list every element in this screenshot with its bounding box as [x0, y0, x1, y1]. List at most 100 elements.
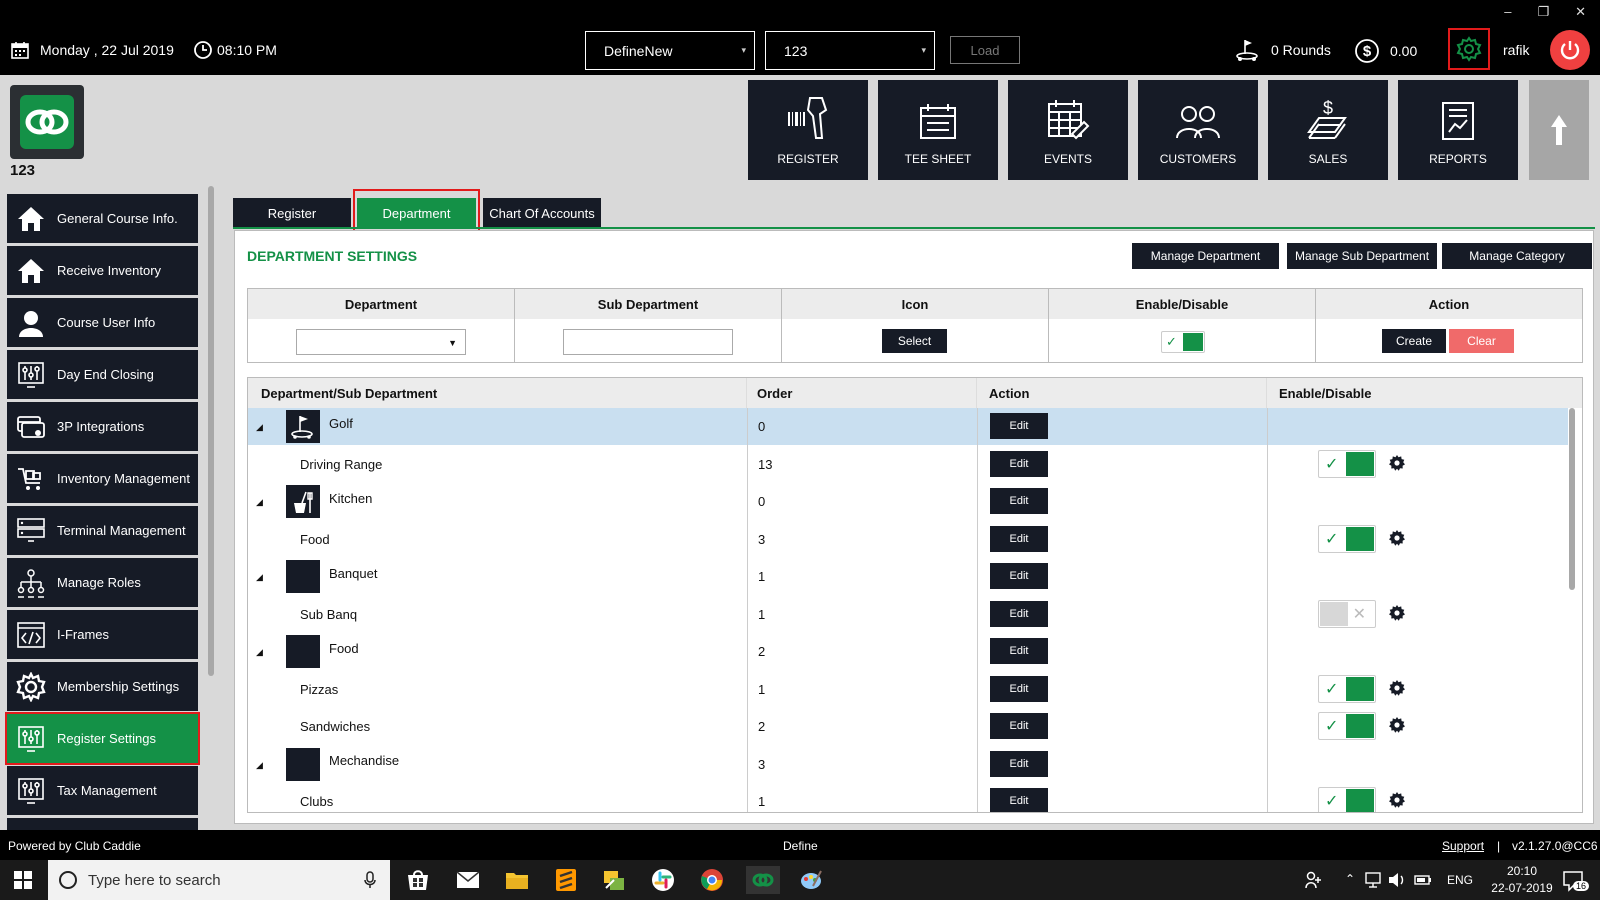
nav-sales[interactable]: $ SALES [1268, 80, 1388, 180]
sidebar-item-membership-settings[interactable]: Membership Settings [7, 662, 198, 711]
language-indicator[interactable]: ENG [1447, 873, 1473, 887]
taskbar-search[interactable]: Type here to search [48, 860, 390, 900]
edit-button[interactable]: Edit [990, 675, 1048, 702]
sidebar-item-i-frames[interactable]: I-Frames [7, 610, 198, 659]
edit-button[interactable]: Edit [990, 600, 1048, 627]
row-enable-toggle[interactable]: ✓ [1318, 787, 1376, 812]
nav-register[interactable]: REGISTER [748, 80, 868, 180]
department-row[interactable]: ◢ Banquet 1 Edit [248, 558, 1568, 595]
clear-button[interactable]: Clear [1449, 329, 1514, 353]
nav-events[interactable]: EVENTS [1008, 80, 1128, 180]
notification-center-icon[interactable]: 16 [1562, 870, 1590, 892]
edit-button[interactable]: Edit [990, 713, 1048, 739]
gear-icon[interactable] [1388, 529, 1406, 547]
gear-icon[interactable] [1388, 604, 1406, 622]
close-icon[interactable]: ✕ [1575, 4, 1586, 20]
sub-department-row[interactable]: Clubs 1 Edit ✓ [248, 783, 1568, 812]
slack-icon[interactable] [649, 866, 677, 894]
expand-collapse-icon[interactable]: ◢ [256, 422, 263, 433]
sidebar-item-terminal-management[interactable]: Terminal Management [7, 506, 198, 555]
sidebar-scrollbar[interactable] [208, 186, 214, 676]
department-row[interactable]: ◢ Golf 0 Edit [248, 408, 1568, 445]
club-caddie-taskbar-icon[interactable] [746, 866, 780, 894]
row-enable-toggle[interactable]: ✓ [1318, 524, 1376, 553]
edit-button[interactable]: Edit [990, 788, 1048, 812]
people-icon[interactable] [1305, 871, 1321, 889]
sub-department-row[interactable]: Sandwiches 2 Edit ✓ [248, 708, 1568, 745]
expand-collapse-icon[interactable]: ◢ [256, 497, 263, 508]
sidebar-item-tax-management[interactable]: Tax Management [7, 766, 198, 815]
settings-button[interactable] [1448, 28, 1490, 70]
edit-button[interactable]: Edit [990, 450, 1048, 477]
manage-category-button[interactable]: Manage Category [1442, 243, 1592, 269]
file-explorer-icon[interactable] [503, 866, 531, 894]
nav-tee-sheet[interactable]: TEE SHEET [878, 80, 998, 180]
windows-start-icon[interactable] [14, 871, 32, 889]
scroll-up-button[interactable] [1529, 80, 1589, 180]
gear-icon[interactable] [1388, 791, 1406, 809]
chevron-up-icon[interactable]: ⌃ [1345, 872, 1355, 886]
minimize-icon[interactable]: – [1504, 4, 1511, 20]
sub-department-row[interactable]: Pizzas 1 Edit ✓ [248, 671, 1568, 708]
course-dropdown[interactable]: DefineNew ▾ [585, 31, 755, 70]
sub-department-input[interactable] [563, 329, 733, 355]
department-row[interactable]: ◢ Food 2 Edit [248, 633, 1568, 670]
sidebar-item-general-course-info[interactable]: General Course Info. [7, 194, 198, 243]
gear-icon[interactable] [1388, 454, 1406, 472]
sidebar-item-day-end-closing[interactable]: Day End Closing [7, 350, 198, 399]
load-button[interactable]: Load [950, 36, 1020, 64]
power-button[interactable] [1550, 30, 1590, 70]
manage-department-button[interactable]: Manage Department [1132, 243, 1279, 269]
edit-button[interactable]: Edit [990, 413, 1048, 439]
support-link[interactable]: Support [1442, 839, 1484, 853]
register-dropdown[interactable]: 123 ▾ [765, 31, 935, 70]
sidebar-item-receive-inventory[interactable]: Receive Inventory [7, 246, 198, 295]
edit-button[interactable]: Edit [990, 525, 1048, 552]
row-enable-toggle[interactable]: ✓ [1318, 712, 1376, 740]
edit-button[interactable]: Edit [990, 488, 1048, 514]
edit-button[interactable]: Edit [990, 638, 1048, 664]
department-row[interactable]: ◢ Mechandise 3 Edit [248, 746, 1568, 783]
row-enable-toggle[interactable]: ✓ [1318, 674, 1376, 703]
sidebar-item-register-settings[interactable]: Register Settings [5, 712, 200, 765]
battery-icon[interactable] [1414, 872, 1432, 888]
nav-customers[interactable]: CUSTOMERS [1138, 80, 1258, 180]
taskbar-clock[interactable]: 20:10 22-07-2019 [1487, 863, 1557, 897]
edit-button[interactable]: Edit [990, 750, 1048, 777]
sidebar-item-inventory-management[interactable]: Inventory Management [7, 454, 198, 503]
sub-department-row[interactable]: Food 3 Edit ✓ [248, 521, 1568, 558]
mail-icon[interactable] [454, 866, 482, 894]
expand-collapse-icon[interactable]: ◢ [256, 760, 263, 771]
create-button[interactable]: Create [1382, 329, 1446, 353]
manage-sub-department-button[interactable]: Manage Sub Department [1287, 243, 1437, 269]
department-row[interactable]: ◢ Kitchen 0 Edit [248, 483, 1568, 520]
sub-department-row[interactable]: Driving Range 13 Edit ✓ [248, 446, 1568, 483]
tab-chart-of-accounts[interactable]: Chart Of Accounts [483, 198, 601, 228]
gear-icon[interactable] [1388, 679, 1406, 697]
username[interactable]: rafik [1503, 42, 1529, 58]
sub-department-row[interactable]: Sub Banq 1 Edit ✕ [248, 596, 1568, 633]
microphone-icon[interactable] [364, 871, 376, 889]
department-select[interactable]: ▼ [296, 329, 466, 355]
gear-icon[interactable] [1388, 716, 1406, 734]
network-icon[interactable] [1364, 872, 1382, 888]
restore-icon[interactable]: ❐ [1537, 4, 1549, 20]
edit-button[interactable]: Edit [990, 563, 1048, 589]
volume-icon[interactable] [1388, 872, 1406, 888]
sidebar-item-manage-roles[interactable]: Manage Roles [7, 558, 198, 607]
tab-register[interactable]: Register [233, 198, 351, 228]
paint-icon[interactable] [797, 866, 825, 894]
expand-collapse-icon[interactable]: ◢ [256, 647, 263, 658]
row-enable-toggle[interactable]: ✕ [1318, 599, 1376, 628]
grid-scrollbar[interactable] [1569, 408, 1575, 590]
sidebar-item-course-user-info[interactable]: Course User Info [7, 298, 198, 347]
sublime-icon[interactable] [552, 866, 580, 894]
chrome-icon[interactable] [698, 866, 726, 894]
sidebar-item-3p-integrations[interactable]: 3P Integrations [7, 402, 198, 451]
tools-icon[interactable] [600, 866, 628, 894]
store-icon[interactable] [404, 866, 432, 894]
nav-reports[interactable]: REPORTS [1398, 80, 1518, 180]
enable-toggle[interactable]: ✓ [1161, 331, 1205, 353]
select-icon-button[interactable]: Select [882, 329, 947, 353]
expand-collapse-icon[interactable]: ◢ [256, 572, 263, 583]
